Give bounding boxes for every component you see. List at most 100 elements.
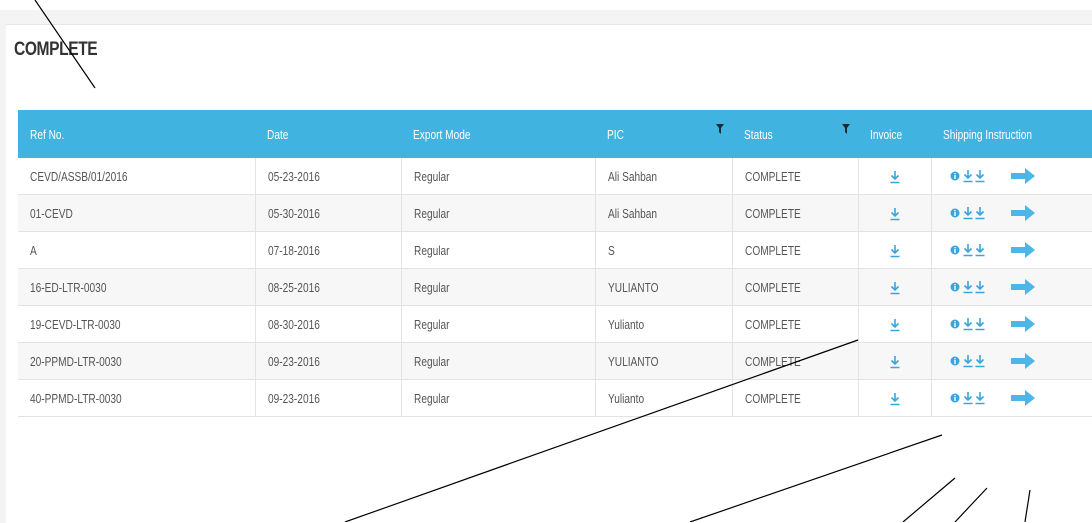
table-row: 20-PPMD-LTR-0030 09-23-2016 Regular YULIANT… — [18, 342, 1092, 380]
download-icon[interactable] — [889, 318, 901, 332]
cell-pic: Yulianto — [595, 379, 733, 417]
cell-status: COMPLETE — [732, 305, 859, 343]
info-icon[interactable] — [950, 171, 960, 181]
table-row: 01-CEVD 05-30-2016 Regular Ali Sahban COMPLE… — [18, 194, 1092, 232]
cell-status: COMPLETE — [732, 379, 859, 417]
download-icon[interactable] — [974, 206, 986, 220]
cell-date: 09-23-2016 — [255, 379, 402, 417]
cell-invoice — [858, 194, 932, 232]
download-icon[interactable] — [962, 206, 974, 220]
filter-icon[interactable] — [842, 124, 850, 134]
arrow-right-icon[interactable] — [1010, 241, 1036, 259]
arrow-right-icon[interactable] — [1010, 389, 1036, 407]
download-icon[interactable] — [889, 355, 901, 369]
download-icon[interactable] — [889, 281, 901, 295]
cell-shipping-instruction — [931, 268, 1092, 306]
section-title: COMPLETE — [14, 39, 98, 60]
info-icon[interactable] — [950, 393, 960, 403]
cell-date: 08-25-2016 — [255, 268, 402, 306]
cell-ref-no: A — [18, 231, 256, 269]
download-icon[interactable] — [962, 243, 974, 257]
col-header-date[interactable]: Date — [255, 110, 401, 158]
cell-ref-no: 40-PPMD-LTR-0030 — [18, 379, 256, 417]
download-icon[interactable] — [962, 317, 974, 331]
cell-status: COMPLETE — [732, 158, 859, 195]
table-row: 19-CEVD-LTR-0030 08-30-2016 Regular Yuliant… — [18, 305, 1092, 343]
table-row: A 07-18-2016 Regular S COMPLETE — [18, 231, 1092, 269]
cell-invoice — [858, 305, 932, 343]
filter-icon[interactable] — [716, 124, 724, 134]
col-header-pic[interactable]: PIC — [595, 110, 732, 158]
info-icon[interactable] — [950, 282, 960, 292]
cell-status: COMPLETE — [732, 342, 859, 380]
col-header-ref-no[interactable]: Ref No. — [18, 110, 255, 158]
download-icon[interactable] — [962, 169, 974, 183]
col-header-status[interactable]: Status — [732, 110, 858, 158]
cell-pic: Ali Sahban — [595, 158, 733, 195]
cell-invoice — [858, 158, 932, 195]
info-icon[interactable] — [950, 356, 960, 366]
complete-table: Ref No. Date Export Mode PIC Status Invo… — [18, 110, 1092, 417]
cell-date: 09-23-2016 — [255, 342, 402, 380]
download-icon[interactable] — [974, 243, 986, 257]
table-row: 40-PPMD-LTR-0030 09-23-2016 Regular Yuliant… — [18, 379, 1092, 417]
cell-shipping-instruction — [931, 158, 1092, 195]
cell-invoice — [858, 342, 932, 380]
cell-pic: YULIANTO — [595, 342, 733, 380]
arrow-right-icon[interactable] — [1010, 315, 1036, 333]
arrow-right-icon[interactable] — [1010, 167, 1036, 185]
cell-export-mode: Regular — [401, 231, 596, 269]
download-icon[interactable] — [889, 207, 901, 221]
cell-date: 05-30-2016 — [255, 194, 402, 232]
arrow-right-icon[interactable] — [1010, 278, 1036, 296]
cell-date: 07-18-2016 — [255, 231, 402, 269]
cell-invoice — [858, 379, 932, 417]
cell-export-mode: Regular — [401, 158, 596, 195]
cell-shipping-instruction — [931, 194, 1092, 232]
download-icon[interactable] — [962, 391, 974, 405]
cell-ref-no: 01-CEVD — [18, 194, 256, 232]
cell-shipping-instruction — [931, 231, 1092, 269]
download-icon[interactable] — [974, 280, 986, 294]
cell-export-mode: Regular — [401, 379, 596, 417]
cell-invoice — [858, 231, 932, 269]
cell-ref-no: 20-PPMD-LTR-0030 — [18, 342, 256, 380]
cell-export-mode: Regular — [401, 194, 596, 232]
info-icon[interactable] — [950, 208, 960, 218]
info-icon[interactable] — [950, 245, 960, 255]
download-icon[interactable] — [962, 354, 974, 368]
table-row: 16-ED-LTR-0030 08-25-2016 Regular YULIANTO C… — [18, 268, 1092, 306]
cell-shipping-instruction — [931, 305, 1092, 343]
cell-shipping-instruction — [931, 379, 1092, 417]
download-icon[interactable] — [962, 280, 974, 294]
cell-export-mode: Regular — [401, 305, 596, 343]
cell-ref-no: 19-CEVD-LTR-0030 — [18, 305, 256, 343]
arrow-right-icon[interactable] — [1010, 352, 1036, 370]
table-row: CEVD/ASSB/01/2016 05-23-2016 Regular Ali Sa… — [18, 158, 1092, 195]
download-icon[interactable] — [889, 170, 901, 184]
table-header-row: Ref No. Date Export Mode PIC Status Invo… — [18, 110, 1092, 158]
download-icon[interactable] — [974, 391, 986, 405]
info-icon[interactable] — [950, 319, 960, 329]
download-icon[interactable] — [974, 354, 986, 368]
cell-status: COMPLETE — [732, 194, 859, 232]
cell-date: 05-23-2016 — [255, 158, 402, 195]
cell-pic: Yulianto — [595, 305, 733, 343]
cell-shipping-instruction — [931, 342, 1092, 380]
top-bar — [0, 0, 1092, 10]
col-header-shipping-instruction[interactable]: Shipping Instruction — [931, 110, 1092, 158]
download-icon[interactable] — [974, 317, 986, 331]
cell-date: 08-30-2016 — [255, 305, 402, 343]
cell-pic: YULIANTO — [595, 268, 733, 306]
download-icon[interactable] — [974, 169, 986, 183]
cell-ref-no: 16-ED-LTR-0030 — [18, 268, 256, 306]
arrow-right-icon[interactable] — [1010, 204, 1036, 222]
download-icon[interactable] — [889, 244, 901, 258]
col-header-export-mode[interactable]: Export Mode — [401, 110, 595, 158]
col-header-invoice[interactable]: Invoice — [858, 110, 931, 158]
cell-status: COMPLETE — [732, 268, 859, 306]
download-icon[interactable] — [889, 392, 901, 406]
cell-status: COMPLETE — [732, 231, 859, 269]
cell-ref-no: CEVD/ASSB/01/2016 — [18, 158, 256, 195]
cell-export-mode: Regular — [401, 268, 596, 306]
